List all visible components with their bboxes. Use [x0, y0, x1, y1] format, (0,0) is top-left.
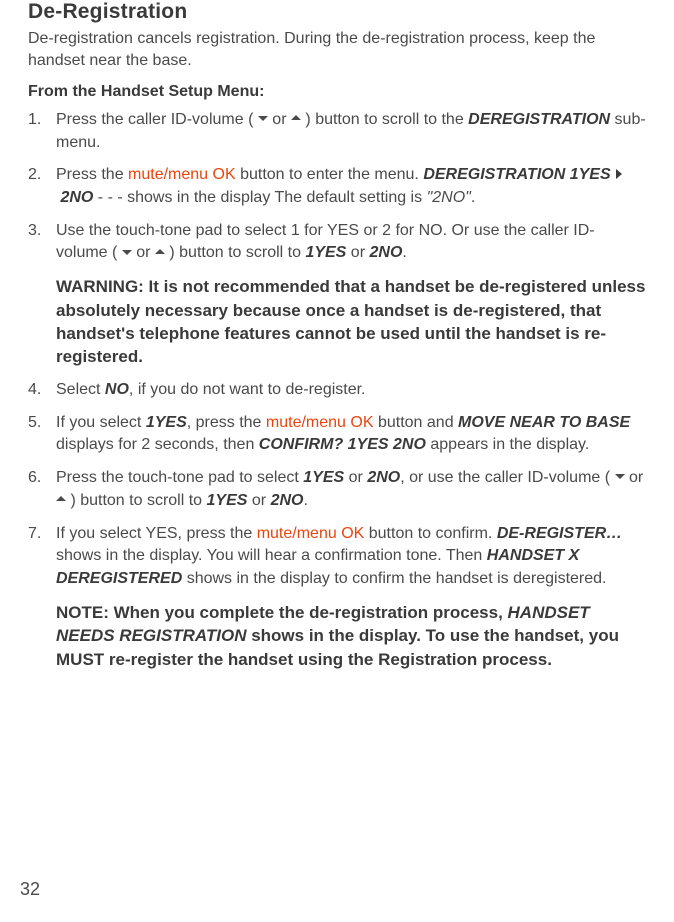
text: Press the: [56, 166, 128, 183]
text: or: [625, 469, 644, 486]
text: , or use the caller ID-volume (: [400, 469, 614, 486]
text: If you select YES, press the: [56, 525, 257, 542]
text: or: [247, 492, 270, 509]
term-2no: 2NO: [369, 244, 402, 261]
term-1yes: 1YES: [305, 244, 346, 261]
text: .: [471, 189, 475, 206]
text: button and: [374, 414, 459, 431]
mute-menu-ok-label: mute/menu OK: [128, 166, 236, 183]
text: or: [346, 244, 369, 261]
page-number: 32: [20, 879, 40, 900]
text: , if you do not want to de-register.: [129, 381, 366, 398]
term-dereg-1yes: DEREGISTRATION 1YES: [423, 166, 610, 183]
text: shows in the display to confirm the hand…: [182, 570, 606, 587]
arrow-down-icon: [615, 474, 625, 479]
note-block: NOTE: When you complete the de-registrat…: [28, 601, 646, 671]
text: .: [402, 244, 406, 261]
text: displays for 2 seconds, then: [56, 436, 259, 453]
text: ) button to scroll to: [66, 492, 207, 509]
text: button to enter the menu.: [236, 166, 424, 183]
term-deregistration: DEREGISTRATION: [468, 111, 610, 128]
default-value: "2NO": [427, 189, 471, 206]
note-text: When you complete the de-registration pr…: [114, 603, 508, 622]
step-5: If you select 1YES, press the mute/menu …: [28, 412, 646, 457]
text: ) button to scroll to: [165, 244, 306, 261]
intro-text: De-registration cancels registration. Du…: [28, 28, 646, 73]
mute-menu-ok-label: mute/menu OK: [266, 414, 374, 431]
instruction-list: Press the caller ID-volume ( or ) button…: [28, 109, 646, 265]
text: button to confirm.: [364, 525, 497, 542]
step-2: Press the mute/menu OK button to enter t…: [28, 164, 646, 209]
term-1yes: 1YES: [146, 414, 187, 431]
step-3: Use the touch-tone pad to select 1 for Y…: [28, 220, 646, 265]
arrow-up-icon: [291, 115, 301, 120]
arrow-down-icon: [122, 250, 132, 255]
step-1: Press the caller ID-volume ( or ) button…: [28, 109, 646, 154]
term-no: NO: [105, 381, 129, 398]
step-4: Select NO, if you do not want to de-regi…: [28, 379, 646, 402]
text: appears in the display.: [426, 436, 589, 453]
instruction-list-cont: Select NO, if you do not want to de-regi…: [28, 379, 646, 591]
text: ) button to scroll to the: [301, 111, 468, 128]
text: or: [132, 244, 155, 261]
text: or: [344, 469, 367, 486]
term-move-near: MOVE NEAR TO BASE: [458, 414, 630, 431]
term-1yes: 1YES: [207, 492, 248, 509]
warning-label: WARNING:: [56, 277, 149, 296]
arrow-up-icon: [155, 249, 165, 254]
term-1yes: 1YES: [303, 469, 344, 486]
term-de-register: DE-REGISTER…: [497, 525, 622, 542]
note-label: NOTE:: [56, 603, 114, 622]
mute-menu-ok-label: mute/menu OK: [257, 525, 365, 542]
sub-heading: From the Handset Setup Menu:: [28, 83, 646, 101]
text: Select: [56, 381, 105, 398]
text: or: [268, 111, 291, 128]
text: - - - shows in the display The default s…: [93, 189, 426, 206]
text: Press the touch-tone pad to select: [56, 469, 303, 486]
page-title: De-Registration: [28, 0, 646, 24]
term-confirm: CONFIRM? 1YES 2NO: [259, 436, 426, 453]
step-7: If you select YES, press the mute/menu O…: [28, 523, 646, 591]
text: shows in the display. You will hear a co…: [56, 547, 487, 564]
step-6: Press the touch-tone pad to select 1YES …: [28, 467, 646, 512]
text: Press the caller ID-volume (: [56, 111, 258, 128]
arrow-down-icon: [258, 116, 268, 121]
arrow-up-icon: [56, 496, 66, 501]
text: .: [303, 492, 307, 509]
text: If you select: [56, 414, 146, 431]
term-2no: 2NO: [367, 469, 400, 486]
term-2no: 2NO: [271, 492, 304, 509]
warning-block: WARNING: It is not recommended that a ha…: [28, 275, 646, 369]
text: , press the: [187, 414, 266, 431]
term-2no: 2NO: [60, 189, 93, 206]
